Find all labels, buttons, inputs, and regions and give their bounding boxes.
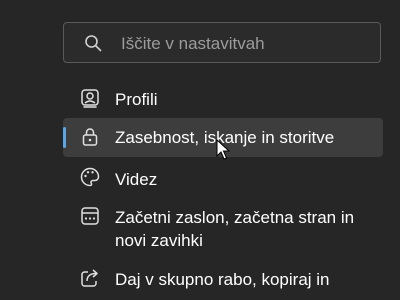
search-input[interactable]: Iščite v nastavitvah bbox=[121, 34, 265, 54]
lock-icon bbox=[82, 128, 98, 146]
search-box[interactable]: Iščite v nastavitvah bbox=[63, 22, 381, 63]
share-icon bbox=[81, 269, 98, 287]
nav-item-share-copy[interactable]: Daj v skupno rabo, kopiraj in bbox=[63, 263, 383, 300]
nav-item-start-home-tabs[interactable]: Začetni zaslon, začetna stran in novi za… bbox=[63, 199, 383, 263]
nav-item-label: Videz bbox=[115, 170, 158, 189]
settings-panel: Iščite v nastavitvah Profili Zasebnost, … bbox=[0, 0, 400, 300]
nav-item-label: Daj v skupno rabo, kopiraj in bbox=[115, 270, 330, 289]
home-tab-icon bbox=[81, 207, 99, 225]
active-indicator bbox=[63, 127, 66, 148]
settings-nav: Profili Zasebnost, iskanje in storitve V… bbox=[63, 78, 383, 300]
nav-item-label: Začetni zaslon, začetna stran in novi za… bbox=[115, 208, 355, 250]
search-icon bbox=[85, 35, 102, 52]
nav-item-appearance[interactable]: Videz bbox=[63, 157, 383, 199]
nav-item-privacy[interactable]: Zasebnost, iskanje in storitve bbox=[63, 118, 383, 157]
nav-item-label: Zasebnost, iskanje in storitve bbox=[115, 128, 335, 147]
nav-item-profiles[interactable]: Profili bbox=[63, 78, 383, 118]
nav-item-label: Profili bbox=[115, 90, 158, 109]
palette-icon bbox=[80, 167, 100, 187]
profile-icon bbox=[81, 89, 99, 108]
